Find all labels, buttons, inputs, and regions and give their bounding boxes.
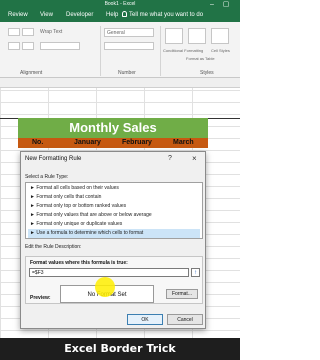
edit-rule-label: Edit the Rule Description: xyxy=(25,244,82,250)
merge-center-button[interactable] xyxy=(40,42,80,50)
tab-help[interactable]: Help xyxy=(106,12,118,18)
ribbon-tabs: Review View Developer Help Tell me what … xyxy=(0,10,240,22)
formula-input[interactable]: =$F3 xyxy=(29,268,189,277)
conditional-formatting-label: Conditional Formatting xyxy=(163,48,204,53)
close-icon[interactable]: × xyxy=(192,154,197,163)
ok-button[interactable]: OK xyxy=(127,314,163,325)
sheet-title: Monthly Sales xyxy=(18,118,208,138)
new-formatting-rule-dialog: New Formatting Rule ? × Select a Rule Ty… xyxy=(20,151,206,329)
rule-type-item[interactable]: ► Format only unique or duplicate values xyxy=(28,220,200,229)
title-bar: Book1 - Excel – ▢ xyxy=(0,0,240,10)
lightbulb-icon xyxy=(122,11,127,17)
group-alignment: Alignment xyxy=(20,70,43,76)
align-left-icon[interactable] xyxy=(8,42,20,50)
cell-styles-label: Cell Styles xyxy=(211,48,230,53)
tab-developer[interactable]: Developer xyxy=(66,12,93,18)
divider xyxy=(160,26,161,76)
rule-type-item[interactable]: ► Format only values that are above or b… xyxy=(28,211,200,220)
number-format-select[interactable]: General xyxy=(104,28,154,37)
column-headers xyxy=(0,78,240,88)
sheet-header-row: No. January February March xyxy=(18,138,208,148)
rule-type-item[interactable]: ► Format only cells that contain xyxy=(28,193,200,202)
rule-type-item-selected[interactable]: ► Use a formula to determine which cells… xyxy=(28,229,200,238)
rule-description-panel: Format values where this formula is true… xyxy=(25,256,203,304)
header-no: No. xyxy=(32,139,44,146)
window-title: Book1 - Excel xyxy=(104,1,136,7)
group-number: Number xyxy=(118,70,136,76)
align-top-icon[interactable] xyxy=(8,28,20,36)
tab-view[interactable]: View xyxy=(40,12,53,18)
group-styles: Styles xyxy=(200,70,214,76)
tell-me-text: Tell me what you want to do xyxy=(129,12,204,18)
header-january: January xyxy=(74,139,101,146)
select-rule-type-label: Select a Rule Type: xyxy=(25,174,69,180)
conditional-formatting-icon[interactable] xyxy=(165,28,183,44)
video-caption: Excel Border Trick xyxy=(0,338,240,360)
cancel-button[interactable]: Cancel xyxy=(167,314,203,325)
rule-type-list[interactable]: ► Format all cells based on their values… xyxy=(25,182,203,239)
cursor-highlight xyxy=(95,277,115,297)
tab-review[interactable]: Review xyxy=(8,12,28,18)
format-as-table-label: Format as Table xyxy=(186,56,215,61)
screen: { "window": { "title": "Book1 - Excel" }… xyxy=(0,0,240,360)
format-as-table-icon[interactable] xyxy=(188,28,206,44)
minimize-icon[interactable]: – xyxy=(206,0,218,10)
wrap-text-button[interactable]: Wrap Text xyxy=(40,29,62,35)
maximize-icon[interactable]: ▢ xyxy=(220,0,232,10)
format-button[interactable]: Format... xyxy=(166,289,198,299)
number-buttons[interactable] xyxy=(104,42,154,50)
align-center-icon[interactable] xyxy=(22,42,34,50)
help-icon[interactable]: ? xyxy=(168,155,172,162)
collapse-dialog-icon[interactable]: ↑ xyxy=(191,268,200,277)
ribbon: Wrap Text Alignment General Number Condi… xyxy=(0,22,240,78)
rule-type-item[interactable]: ► Format all cells based on their values xyxy=(28,184,200,193)
align-middle-icon[interactable] xyxy=(22,28,34,36)
dialog-title: New Formatting Rule xyxy=(25,156,82,162)
tell-me-box[interactable]: Tell me what you want to do xyxy=(122,11,203,18)
rule-type-item[interactable]: ► Format only top or bottom ranked value… xyxy=(28,202,200,211)
formula-label: Format values where this formula is true… xyxy=(30,260,128,266)
number-format-value: General xyxy=(107,30,125,36)
header-march: March xyxy=(173,139,194,146)
cell-styles-icon[interactable] xyxy=(211,28,229,44)
divider xyxy=(100,26,101,76)
preview-label: Preview: xyxy=(30,295,51,301)
header-february: February xyxy=(122,139,152,146)
